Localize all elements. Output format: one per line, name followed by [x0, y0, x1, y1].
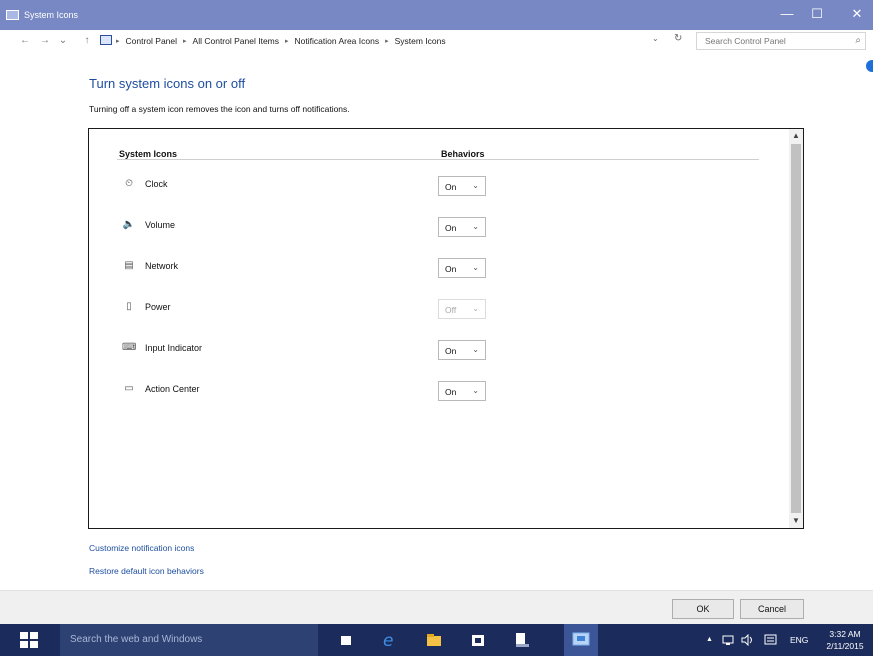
- breadcrumb-all-items[interactable]: All Control Panel Items: [193, 36, 279, 46]
- network-icon: ▤: [124, 260, 134, 271]
- input-indicator-behavior-select[interactable]: On ⌄: [438, 340, 486, 360]
- clock-icon: ⏲: [125, 178, 133, 189]
- list-item-network: ▤ Network On ⌄: [117, 258, 517, 280]
- vertical-scrollbar[interactable]: ▲ ▼: [789, 129, 803, 528]
- input-indicator-icon: ⌨: [122, 342, 137, 353]
- file-explorer-icon[interactable]: [424, 630, 444, 650]
- taskbar: Search the web and Windows e ▲ ENG 3:32 …: [0, 624, 873, 656]
- list-item-power: ▯ Power Off ⌄: [117, 299, 517, 321]
- scroll-down-icon[interactable]: ▼: [789, 514, 803, 528]
- search-icon[interactable]: ⌕: [855, 35, 861, 46]
- system-icons-panel: System Icons Behaviors ⏲ Clock On ⌄ 🔈 Vo…: [88, 128, 804, 529]
- forward-button[interactable]: →: [38, 34, 52, 48]
- list-item-clock: ⏲ Clock On ⌄: [117, 176, 517, 198]
- windows-start-icon[interactable]: [20, 632, 38, 648]
- chevron-down-icon: ⌄: [472, 222, 479, 231]
- power-icon: ▯: [126, 301, 132, 312]
- list-item-input-indicator: ⌨ Input Indicator On ⌄: [117, 340, 517, 362]
- breadcrumb-control-panel[interactable]: Control Panel: [126, 36, 178, 46]
- volume-tray-icon[interactable]: [740, 633, 756, 648]
- clock-behavior-select[interactable]: On ⌄: [438, 176, 486, 196]
- recent-locations-button[interactable]: ⌄: [56, 34, 70, 48]
- list-item-action-center: ▭ Action Center On ⌄: [117, 381, 517, 403]
- scroll-up-icon[interactable]: ▲: [789, 129, 803, 143]
- scroll-thumb[interactable]: [791, 144, 801, 513]
- address-dropdown-icon[interactable]: ⌄: [652, 34, 659, 43]
- app-window-icon[interactable]: [512, 630, 532, 650]
- network-tray-icon[interactable]: [722, 634, 736, 648]
- clock-time: 3:32 AM: [829, 629, 861, 639]
- volume-icon: 🔈: [122, 219, 136, 230]
- row-label: Network: [145, 261, 179, 271]
- up-button[interactable]: ↑: [80, 34, 94, 48]
- window-title: System Icons: [24, 10, 79, 20]
- power-behavior-select: Off ⌄: [438, 299, 486, 319]
- cancel-button[interactable]: Cancel: [740, 599, 804, 619]
- taskbar-search-input[interactable]: Search the web and Windows: [60, 624, 318, 656]
- control-panel-icon: [100, 35, 112, 45]
- taskbar-clock[interactable]: 3:32 AM 2/11/2015: [822, 628, 868, 652]
- clock-date: 2/11/2015: [826, 641, 864, 651]
- breadcrumb-system-icons[interactable]: System Icons: [395, 36, 446, 46]
- row-label: Volume: [145, 220, 176, 230]
- search-box[interactable]: ⌕: [696, 32, 866, 50]
- column-header-system-icons: System Icons: [119, 149, 178, 159]
- show-hidden-icons-button[interactable]: ▲: [706, 636, 713, 643]
- customize-notification-icons-link[interactable]: Customize notification icons: [89, 543, 194, 553]
- page-title: Turn system icons on or off: [89, 76, 246, 91]
- window-icon: [6, 10, 19, 20]
- breadcrumb: ▸ Control Panel ▸ All Control Panel Item…: [116, 36, 446, 46]
- row-label: Input Indicator: [145, 343, 203, 353]
- volume-behavior-select[interactable]: On ⌄: [438, 217, 486, 237]
- action-center-icon: ▭: [124, 383, 134, 394]
- back-button[interactable]: ←: [18, 34, 32, 48]
- chevron-down-icon: ⌄: [472, 345, 479, 354]
- minimize-button[interactable]: —: [776, 4, 798, 24]
- chevron-down-icon: ⌄: [472, 181, 479, 190]
- page-description: Turning off a system icon removes the ic…: [89, 104, 350, 114]
- chevron-down-icon: ⌄: [472, 386, 479, 395]
- control-panel-taskbar-icon[interactable]: [564, 624, 598, 656]
- network-behavior-select[interactable]: On ⌄: [438, 258, 486, 278]
- chevron-down-icon: ⌄: [472, 304, 479, 313]
- restore-default-behaviors-link[interactable]: Restore default icon behaviors: [89, 566, 204, 576]
- breadcrumb-notification-area-icons[interactable]: Notification Area Icons: [295, 36, 380, 46]
- action-center-tray-icon[interactable]: [764, 634, 778, 648]
- row-label: Action Center: [145, 384, 200, 394]
- close-button[interactable]: ✕: [846, 4, 868, 24]
- maximize-button[interactable]: ☐: [806, 4, 828, 24]
- action-center-behavior-select[interactable]: On ⌄: [438, 381, 486, 401]
- header-divider: [117, 159, 759, 160]
- row-label: Clock: [145, 179, 168, 189]
- refresh-icon[interactable]: ↻: [674, 33, 682, 44]
- chevron-down-icon: ⌄: [472, 263, 479, 272]
- ok-button[interactable]: OK: [672, 599, 734, 619]
- column-header-behaviors: Behaviors: [441, 149, 485, 159]
- svg-text:e: e: [383, 631, 393, 650]
- list-item-volume: 🔈 Volume On ⌄: [117, 217, 517, 239]
- address-bar: ← → ⌄ ↑ ▸ Control Panel ▸ All Control Pa…: [0, 30, 873, 52]
- search-input[interactable]: [705, 33, 845, 49]
- dialog-footer: OK Cancel: [0, 590, 873, 624]
- edge-browser-icon[interactable]: e: [380, 630, 400, 651]
- input-language-indicator[interactable]: ENG: [790, 635, 808, 645]
- store-icon[interactable]: [468, 630, 488, 650]
- help-icon[interactable]: [866, 60, 873, 72]
- row-label: Power: [145, 302, 171, 312]
- task-view-icon[interactable]: [336, 630, 356, 650]
- title-bar: System Icons — ☐ ✕: [0, 0, 873, 30]
